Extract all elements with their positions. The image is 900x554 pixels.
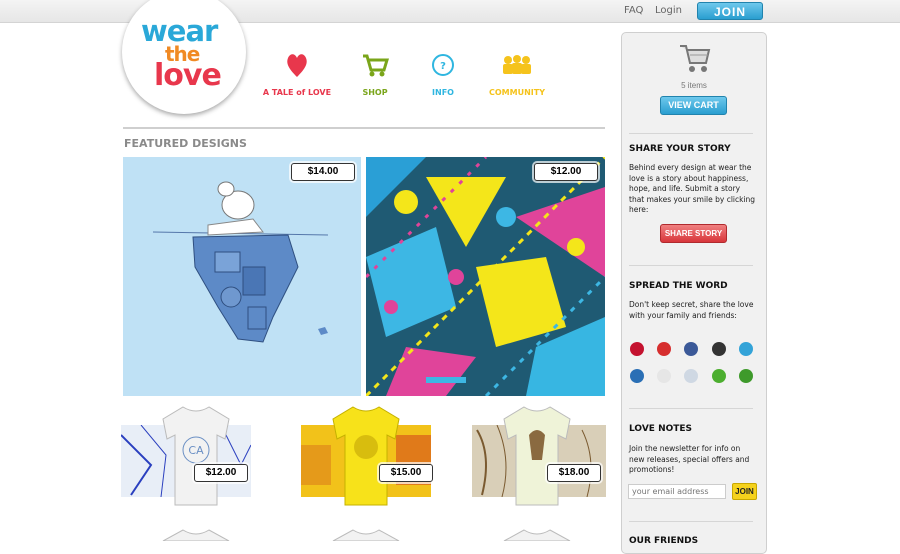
share-story-text: Behind every design at wear the love is … <box>629 163 756 214</box>
view-cart-button[interactable]: VIEW CART <box>660 96 727 115</box>
nav-item-tale-of-love[interactable]: A TALE of LOVE <box>262 52 332 97</box>
email-field[interactable] <box>628 484 726 499</box>
featured-designs-title: FEATURED DESIGNS <box>124 137 247 150</box>
tshirt-product-2[interactable]: $15.00 <box>301 405 433 510</box>
nav-label: COMMUNITY <box>488 88 545 97</box>
tshirt-product-3[interactable]: $18.00 <box>472 405 607 510</box>
reddit-icon[interactable] <box>684 369 698 383</box>
nav-label: INFO <box>432 88 454 97</box>
divider <box>629 521 753 522</box>
spread-the-word-title: SPREAD THE WORD <box>629 281 728 291</box>
shopping-cart-icon <box>363 54 389 77</box>
logo[interactable]: wear the love <box>122 0 246 114</box>
featured-design-polar-bear[interactable]: $14.00 <box>123 157 361 396</box>
info-icon: ? <box>432 54 454 76</box>
share-story-title: SHARE YOUR STORY <box>629 144 731 154</box>
nav-item-info[interactable]: ? INFO <box>422 52 464 97</box>
nav-label: SHOP <box>362 88 388 97</box>
divider <box>629 133 753 134</box>
tshirt-product-6[interactable] <box>502 528 572 541</box>
youtube-icon[interactable] <box>657 342 671 356</box>
heart-icon <box>287 54 307 77</box>
technorati-icon[interactable] <box>712 369 726 383</box>
faq-link[interactable]: FAQ <box>624 5 643 16</box>
price-tag: $15.00 <box>379 464 433 482</box>
twitter-icon[interactable] <box>739 342 753 356</box>
price-tag: $12.00 <box>534 163 598 181</box>
tshirt-shape <box>332 406 400 506</box>
nav-item-shop[interactable]: SHOP <box>352 52 398 97</box>
newsletter-join-button[interactable]: JOIN <box>732 483 757 500</box>
tshirt-shape: CA <box>162 406 230 506</box>
community-people-icon <box>503 55 531 74</box>
login-link[interactable]: Login <box>655 5 682 16</box>
divider <box>629 408 753 409</box>
divider <box>629 265 753 266</box>
tshirt-product-4[interactable] <box>161 528 231 541</box>
logo-word-love: love <box>154 58 222 93</box>
facebook-icon[interactable] <box>684 342 698 356</box>
our-friends-title: OUR FRIENDS <box>629 536 699 546</box>
cart-item-count: 5 items <box>681 81 707 90</box>
geometric-pattern-illustration <box>366 157 605 396</box>
divider <box>123 127 605 129</box>
love-notes-title: LOVE NOTES <box>629 424 693 434</box>
price-tag: $12.00 <box>194 464 248 482</box>
nav-item-community[interactable]: COMMUNITY <box>486 52 548 97</box>
share-story-button[interactable]: SHARE STORY <box>660 224 727 243</box>
tshirt-product-1[interactable]: CA $12.00 <box>120 405 253 510</box>
featured-design-geometric-pattern[interactable]: $12.00 <box>366 157 605 396</box>
sidebar: 5 items VIEW CART SHARE YOUR STORY Behin… <box>621 32 767 554</box>
shopping-cart-icon <box>680 45 711 72</box>
join-button[interactable]: JOIN <box>697 2 763 20</box>
svg-text:?: ? <box>440 61 446 72</box>
spread-the-word-text: Don't keep secret, share the love with y… <box>629 300 754 320</box>
tshirt-shape <box>503 406 571 506</box>
price-tag: $18.00 <box>547 464 601 482</box>
polar-bear-iceberg-illustration <box>152 181 329 343</box>
yahoo-icon[interactable] <box>630 342 644 356</box>
myspace-icon[interactable] <box>712 342 726 356</box>
svg-text:CA: CA <box>188 444 204 457</box>
stumbleupon-icon[interactable] <box>739 369 753 383</box>
flickr-icon[interactable] <box>657 369 671 383</box>
delicious-icon[interactable] <box>630 369 644 383</box>
price-tag: $14.00 <box>291 163 355 181</box>
tshirt-product-5[interactable] <box>331 528 401 541</box>
love-notes-text: Join the newsletter for info on new rele… <box>629 444 750 474</box>
nav-label: A TALE of LOVE <box>262 88 332 97</box>
